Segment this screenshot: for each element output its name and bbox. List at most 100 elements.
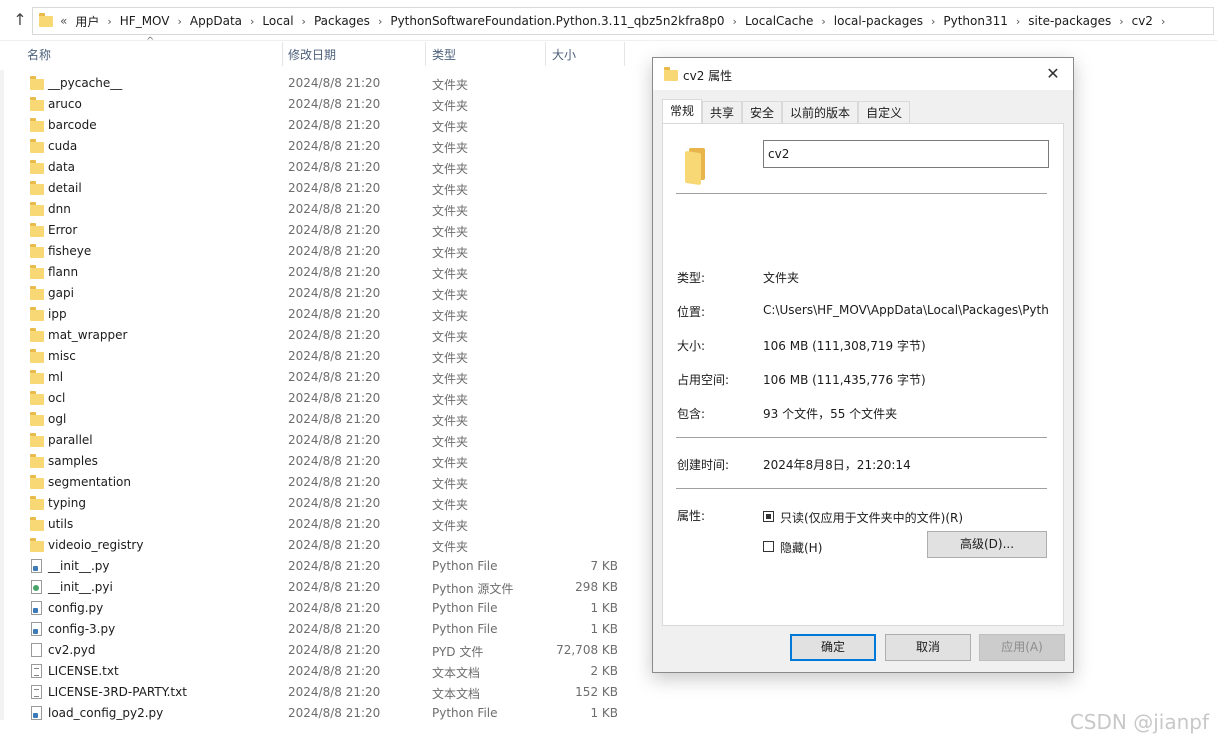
hidden-checkbox-label[interactable]: 隐藏(H) — [780, 539, 822, 556]
folder-name-input[interactable] — [763, 140, 1049, 168]
file-row[interactable]: Error 2024/8/8 21:20 文件夹 — [0, 220, 640, 241]
file-modified-date: 2024/8/8 21:20 — [288, 475, 381, 489]
close-icon[interactable]: ✕ — [1043, 64, 1063, 84]
file-row[interactable]: __pycache__ 2024/8/8 21:20 文件夹 — [0, 73, 640, 94]
column-divider[interactable] — [282, 42, 283, 66]
column-header-name[interactable]: 名称 — [27, 46, 51, 63]
file-name: gapi — [48, 286, 74, 300]
breadcrumb-item[interactable]: local-packages — [834, 14, 923, 28]
breadcrumb-chevron-icon[interactable]: › — [302, 15, 306, 28]
column-header-type[interactable]: 类型 — [432, 46, 456, 63]
file-row[interactable]: LICENSE-3RD-PARTY.txt 2024/8/8 21:20 文本文档 1… — [0, 682, 640, 703]
file-row[interactable]: ocl 2024/8/8 21:20 文件夹 — [0, 388, 640, 409]
breadcrumb-chevron-icon[interactable]: › — [1119, 15, 1123, 28]
tab-previous-versions[interactable]: 以前的版本 — [782, 101, 859, 124]
cancel-button[interactable]: 取消 — [885, 634, 971, 661]
file-row[interactable]: parallel 2024/8/8 21:20 文件夹 — [0, 430, 640, 451]
file-type: 文件夹 — [432, 498, 469, 512]
address-bar[interactable]: « 用户 › HF_MOV › AppData › Local › Packages › Pytho… — [32, 7, 1214, 35]
tab-sharing[interactable]: 共享 — [702, 101, 743, 124]
breadcrumb-chevron-icon[interactable]: › — [1161, 15, 1165, 28]
breadcrumb-chevron-icon[interactable]: › — [1016, 15, 1020, 28]
sort-ascending-icon: ^ — [146, 36, 155, 47]
breadcrumb-item[interactable]: PythonSoftwareFoundation.Python.3.11_qbz… — [390, 14, 724, 28]
divider — [676, 193, 1047, 194]
tab-security[interactable]: 安全 — [742, 101, 783, 124]
file-name: misc — [48, 349, 76, 363]
breadcrumb-item[interactable]: Packages — [314, 14, 370, 28]
file-row[interactable]: misc 2024/8/8 21:20 文件夹 — [0, 346, 640, 367]
file-row[interactable]: data 2024/8/8 21:20 文件夹 — [0, 157, 640, 178]
file-type: 文件夹 — [432, 99, 469, 113]
breadcrumb-item[interactable]: site-packages — [1028, 14, 1111, 28]
up-arrow-icon[interactable]: ↑ — [10, 10, 30, 30]
apply-button[interactable]: 应用(A) — [979, 634, 1065, 661]
file-modified-date: 2024/8/8 21:20 — [288, 370, 381, 384]
file-row[interactable]: videoio_registry 2024/8/8 21:20 文件夹 — [0, 535, 640, 556]
breadcrumb-chevron-icon[interactable]: › — [378, 15, 382, 28]
column-divider[interactable] — [425, 42, 426, 66]
created-label: 创建时间: — [677, 458, 730, 472]
breadcrumb-item[interactable]: AppData — [190, 14, 242, 28]
file-row[interactable]: config-3.py 2024/8/8 21:20 Python File 1 KB — [0, 619, 640, 640]
file-row[interactable]: segmentation 2024/8/8 21:20 文件夹 — [0, 472, 640, 493]
file-type: 文件夹 — [432, 246, 469, 260]
file-name: parallel — [48, 433, 93, 447]
folder-icon — [30, 97, 44, 113]
overflow-chevron-icon[interactable]: « — [60, 14, 67, 28]
file-type: 文件夹 — [432, 162, 469, 176]
breadcrumb-item[interactable]: 用户 — [75, 13, 99, 30]
file-row[interactable]: __init__.py 2024/8/8 21:20 Python File 7 KB — [0, 556, 640, 577]
file-row[interactable]: LICENSE.txt 2024/8/8 21:20 文本文档 2 KB — [0, 661, 640, 682]
ok-button[interactable]: 确定 — [790, 634, 876, 661]
file-name: detail — [48, 181, 82, 195]
advanced-button[interactable]: 高级(D)... — [927, 531, 1047, 558]
file-row[interactable]: utils 2024/8/8 21:20 文件夹 — [0, 514, 640, 535]
file-row[interactable]: gapi 2024/8/8 21:20 文件夹 — [0, 283, 640, 304]
file-row[interactable]: cuda 2024/8/8 21:20 文件夹 — [0, 136, 640, 157]
breadcrumb-chevron-icon[interactable]: › — [250, 15, 254, 28]
file-type: 文件夹 — [432, 414, 469, 428]
file-modified-date: 2024/8/8 21:20 — [288, 118, 381, 132]
breadcrumb-item[interactable]: HF_MOV — [120, 14, 170, 28]
file-row[interactable]: flann 2024/8/8 21:20 文件夹 — [0, 262, 640, 283]
file-row[interactable]: aruco 2024/8/8 21:20 文件夹 — [0, 94, 640, 115]
readonly-checkbox-label[interactable]: 只读(仅应用于文件夹中的文件)(R) — [780, 509, 963, 526]
breadcrumb-chevron-icon[interactable]: › — [733, 15, 737, 28]
column-header-modified[interactable]: 修改日期 — [288, 46, 336, 63]
readonly-checkbox[interactable] — [763, 511, 774, 522]
file-row[interactable]: fisheye 2024/8/8 21:20 文件夹 — [0, 241, 640, 262]
file-row[interactable]: ml 2024/8/8 21:20 文件夹 — [0, 367, 640, 388]
breadcrumb-item[interactable]: Local — [262, 14, 293, 28]
dialog-title-bar[interactable]: cv2 属性 ✕ — [653, 58, 1073, 90]
column-divider[interactable] — [624, 42, 625, 66]
breadcrumb-item[interactable]: LocalCache — [745, 14, 813, 28]
file-row[interactable]: typing 2024/8/8 21:20 文件夹 — [0, 493, 640, 514]
file-row[interactable]: dnn 2024/8/8 21:20 文件夹 — [0, 199, 640, 220]
column-header-size[interactable]: 大小 — [552, 46, 576, 63]
breadcrumb-chevron-icon[interactable]: › — [821, 15, 825, 28]
file-row[interactable]: ipp 2024/8/8 21:20 文件夹 — [0, 304, 640, 325]
file-row[interactable]: detail 2024/8/8 21:20 文件夹 — [0, 178, 640, 199]
file-name: aruco — [48, 97, 82, 111]
tab-general[interactable]: 常规 — [662, 99, 703, 124]
breadcrumb-item[interactable]: Python311 — [943, 14, 1008, 28]
file-name: LICENSE.txt — [48, 664, 119, 678]
file-row[interactable]: mat_wrapper 2024/8/8 21:20 文件夹 — [0, 325, 640, 346]
hidden-checkbox[interactable] — [763, 541, 774, 552]
column-divider[interactable] — [545, 42, 546, 66]
file-row[interactable]: samples 2024/8/8 21:20 文件夹 — [0, 451, 640, 472]
file-row[interactable]: ogl 2024/8/8 21:20 文件夹 — [0, 409, 640, 430]
breadcrumb-item[interactable]: cv2 — [1132, 14, 1153, 28]
file-row[interactable]: __init__.pyi 2024/8/8 21:20 Python 源文件 298 … — [0, 577, 640, 598]
breadcrumb-chevron-icon[interactable]: › — [178, 15, 182, 28]
file-type: 文本文档 — [432, 666, 481, 680]
file-row[interactable]: cv2.pyd 2024/8/8 21:20 PYD 文件 72,708 KB — [0, 640, 640, 661]
file-row[interactable]: barcode 2024/8/8 21:20 文件夹 — [0, 115, 640, 136]
address-bar-area: ↑ « 用户 › HF_MOV › AppData › Local › Packages › Pyt… — [0, 0, 1217, 41]
tab-customize[interactable]: 自定义 — [858, 101, 911, 124]
file-row[interactable]: load_config_py2.py 2024/8/8 21:20 Python F… — [0, 703, 640, 724]
breadcrumb-chevron-icon[interactable]: › — [931, 15, 935, 28]
breadcrumb-chevron-icon[interactable]: › — [107, 15, 111, 28]
file-row[interactable]: config.py 2024/8/8 21:20 Python File 1 KB — [0, 598, 640, 619]
